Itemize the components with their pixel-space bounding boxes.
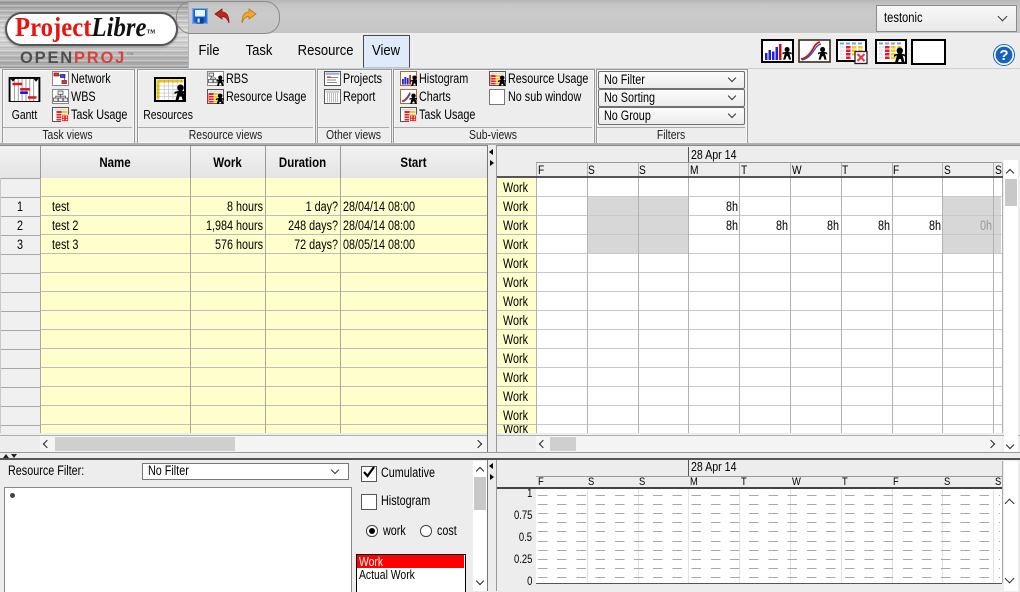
svg-text:?: ? — [999, 47, 1008, 64]
